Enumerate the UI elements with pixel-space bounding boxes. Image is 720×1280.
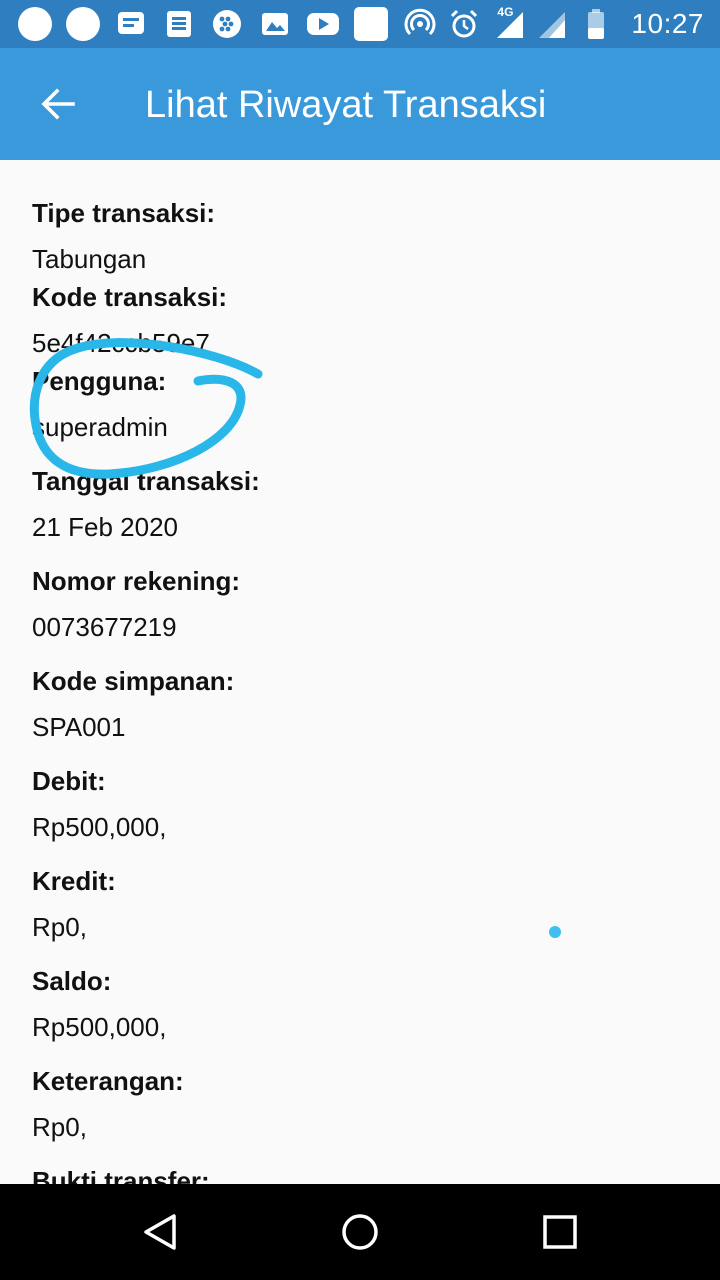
field-value: Rp500,000, <box>32 1012 167 1042</box>
navigation-bar <box>0 1184 720 1280</box>
nav-recents-button[interactable] <box>530 1202 590 1262</box>
back-triangle-icon <box>144 1214 176 1250</box>
app-icon <box>354 7 388 41</box>
field-label: Nomor rekening: <box>32 566 241 596</box>
field-label: Saldo: <box>32 966 112 996</box>
field-value: 0073677219 <box>32 612 177 642</box>
nav-home-button[interactable] <box>330 1202 390 1262</box>
field-value: superadmin <box>32 412 168 442</box>
signal-4g-icon: 4G <box>491 5 525 41</box>
touch-indicator-dot <box>549 926 561 938</box>
hotspot-icon <box>403 7 437 41</box>
back-button[interactable] <box>30 76 86 132</box>
field-label: Tanggal transaksi: <box>32 466 260 496</box>
recents-square-icon <box>543 1215 577 1249</box>
field-value: Tabungan <box>32 244 147 274</box>
document-icon <box>162 7 196 41</box>
field-label: Debit: <box>32 766 106 796</box>
field-label: Pengguna: <box>32 366 167 396</box>
field-value: Rp500,000, <box>32 812 167 842</box>
field-value: 21 Feb 2020 <box>32 512 179 542</box>
field-value: 5e4f42ccb59e7 <box>32 328 210 358</box>
field-label: Kode simpanan: <box>32 666 235 696</box>
clock: 10:27 <box>631 8 704 39</box>
blackberry-icon <box>210 7 244 41</box>
image-icon <box>258 7 292 41</box>
field-label: Keterangan: <box>32 1066 184 1096</box>
status-bar: 4G 10:27 <box>0 0 720 48</box>
notification-dot-icon <box>66 7 100 41</box>
arrow-left-icon <box>41 88 75 120</box>
field-label: Bukti transfer: <box>32 1166 210 1184</box>
message-icon <box>114 7 148 41</box>
field-label: Kode transaksi: <box>32 282 228 312</box>
nav-back-button[interactable] <box>130 1202 190 1262</box>
home-circle-icon <box>342 1214 378 1250</box>
signal-icon <box>535 7 569 41</box>
system-icons: 4G 10:27 <box>403 5 704 42</box>
notification-icons <box>18 6 388 42</box>
field-label: Kredit: <box>32 866 116 896</box>
youtube-icon <box>306 7 340 41</box>
notification-dot-icon <box>18 7 52 41</box>
field-label: Tipe transaksi: <box>32 198 216 228</box>
transaction-detail: Tipe transaksi: Tabungan Kode transaksi:… <box>0 160 720 1184</box>
field-value: SPA001 <box>32 712 126 742</box>
page-title: Lihat Riwayat Transaksi <box>145 84 547 126</box>
alarm-icon <box>447 7 481 41</box>
network-type-label: 4G <box>497 5 514 19</box>
app-bar: Lihat Riwayat Transaksi <box>0 48 720 160</box>
battery-icon <box>579 7 613 41</box>
field-value: Rp0, <box>32 1112 87 1142</box>
field-value: Rp0, <box>32 912 87 942</box>
